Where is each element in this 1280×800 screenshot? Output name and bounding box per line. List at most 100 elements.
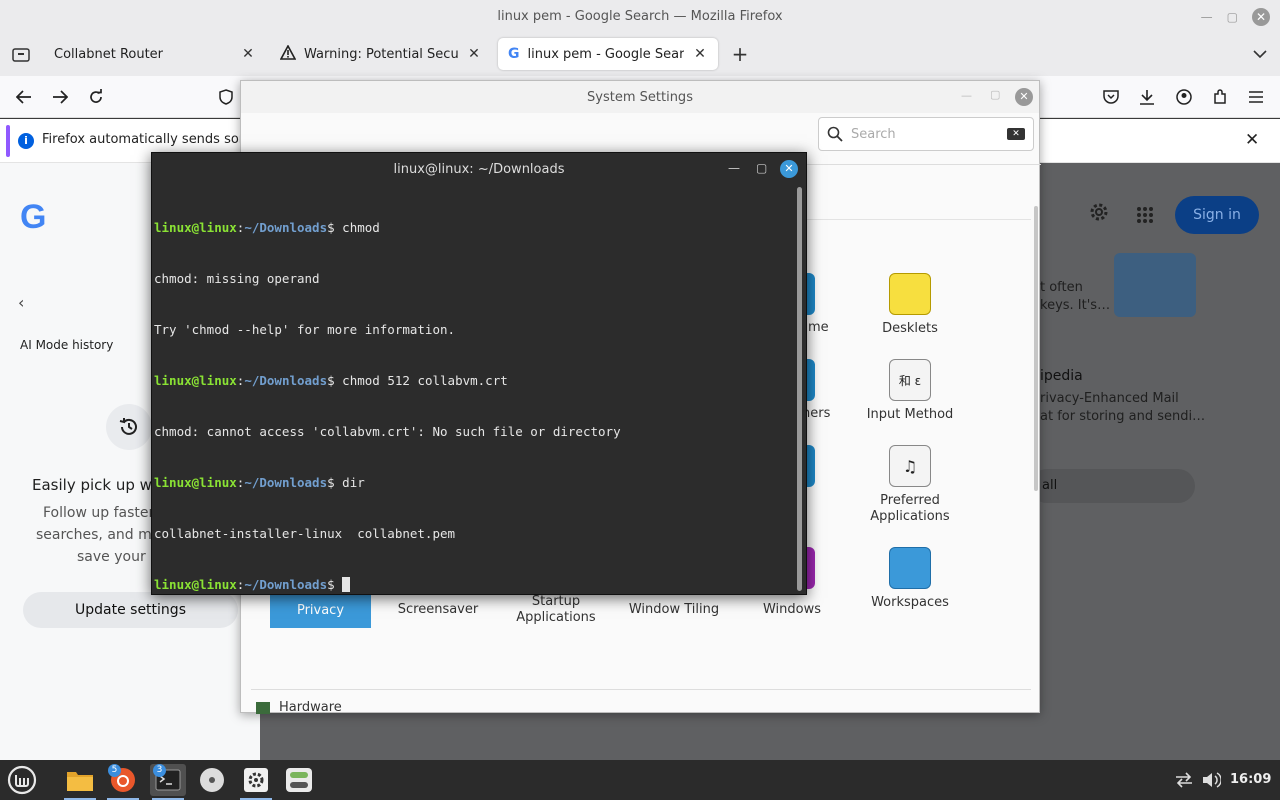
new-tab-icon[interactable]: + bbox=[727, 41, 753, 67]
partial-icon bbox=[807, 547, 815, 589]
ai-mode-history-label: AI Mode history bbox=[20, 338, 114, 352]
prompt-path: ~/Downloads bbox=[244, 475, 328, 490]
hardware-section-label: Hardware bbox=[279, 700, 342, 715]
sign-in-button[interactable]: Sign in bbox=[1175, 196, 1259, 234]
input-method-item[interactable]: 和 ε Input Method bbox=[855, 359, 965, 422]
maximize-icon[interactable]: ▢ bbox=[1227, 10, 1238, 24]
list-all-tabs-icon[interactable] bbox=[1247, 41, 1273, 67]
minimize-icon[interactable]: — bbox=[728, 161, 740, 175]
notification-close-icon[interactable]: ✕ bbox=[1245, 130, 1259, 150]
files-icon[interactable] bbox=[62, 764, 98, 800]
prompt-path: ~/Downloads bbox=[244, 577, 328, 592]
maximize-icon[interactable]: ▢ bbox=[756, 161, 767, 175]
firefox-titlebar: linux pem - Google Search — Mozilla Fire… bbox=[0, 0, 1280, 33]
command-text: dir bbox=[334, 475, 365, 490]
settings-title: System Settings bbox=[587, 89, 693, 105]
snippet-text: t often bbox=[1040, 280, 1083, 295]
minimize-icon[interactable]: — bbox=[1201, 10, 1213, 24]
snippet-text: at for storing and sendi… bbox=[1040, 409, 1206, 424]
window-count-badge: 5 bbox=[108, 764, 121, 777]
close-icon[interactable]: ✕ bbox=[1015, 88, 1033, 106]
tab-manager-icon[interactable] bbox=[8, 41, 34, 67]
reload-icon[interactable] bbox=[83, 84, 109, 110]
settings-search-input[interactable]: Search ✕ bbox=[818, 117, 1034, 151]
partial-icon bbox=[807, 445, 815, 487]
hardware-icon bbox=[256, 702, 270, 714]
google-logo-icon: G bbox=[20, 198, 47, 236]
settings-toggle-icon[interactable] bbox=[281, 764, 317, 796]
search-placeholder: Search bbox=[851, 126, 896, 142]
notification-text: Firefox automatically sends some bbox=[42, 132, 260, 147]
window-count-badge: 3 bbox=[153, 764, 166, 777]
terminal-title: linux@linux: ~/Downloads bbox=[393, 161, 565, 177]
taskbar: 5 3 16:09 bbox=[0, 760, 1280, 800]
tab-google-search[interactable]: G linux pem - Google Search ✕ bbox=[498, 38, 718, 70]
disc-icon[interactable] bbox=[194, 764, 230, 796]
prompt-user: linux@linux bbox=[154, 220, 237, 235]
terminal-window[interactable]: linux@linux: ~/Downloads — ▢ ✕ linux@lin… bbox=[151, 152, 807, 595]
minimize-icon[interactable]: — bbox=[961, 89, 972, 102]
mint-menu-icon[interactable] bbox=[4, 764, 40, 796]
terminal-scrollbar[interactable] bbox=[797, 187, 802, 591]
back-chevron-icon[interactable]: ‹ bbox=[18, 293, 24, 312]
result-title[interactable]: ipedia bbox=[1040, 368, 1083, 384]
item-label: Workspaces bbox=[871, 595, 949, 610]
menu-icon[interactable] bbox=[1243, 84, 1269, 110]
snippet-text: keys. It's… bbox=[1040, 298, 1111, 313]
workspaces-icon bbox=[889, 547, 931, 589]
info-icon: i bbox=[18, 133, 34, 149]
forward-icon[interactable] bbox=[47, 84, 73, 110]
tab-bar: Collabnet Router ✕ Warning: Potential Se… bbox=[0, 33, 1280, 76]
terminal-line: linux@linux:~/Downloads$ dir bbox=[154, 475, 365, 490]
desklets-item[interactable]: Desklets bbox=[855, 273, 965, 336]
download-icon[interactable] bbox=[1134, 84, 1160, 110]
terminal-line: collabnet-installer-linux collabnet.pem bbox=[154, 526, 456, 541]
clear-search-icon[interactable]: ✕ bbox=[1007, 128, 1025, 140]
close-icon[interactable]: ✕ bbox=[1252, 7, 1270, 26]
history-icon bbox=[106, 404, 152, 450]
clock[interactable]: 16:09 bbox=[1230, 772, 1271, 787]
apps-grid-icon[interactable] bbox=[1136, 206, 1154, 224]
settings-scrollbar[interactable] bbox=[1034, 206, 1038, 491]
divider bbox=[251, 689, 1031, 690]
partial-icon bbox=[807, 273, 815, 315]
item-label: Preferred Applications bbox=[870, 493, 950, 524]
tab-close-icon[interactable]: ✕ bbox=[692, 46, 708, 62]
preferred-apps-icon: ♫ bbox=[889, 445, 931, 487]
terminal-cursor bbox=[342, 577, 351, 592]
volume-icon[interactable] bbox=[1193, 764, 1229, 796]
show-all-button[interactable]: all bbox=[1030, 469, 1195, 503]
tab-security-warning[interactable]: Warning: Potential Security ✕ bbox=[270, 38, 492, 70]
terminal-icon[interactable]: 3 bbox=[150, 764, 186, 800]
warning-icon bbox=[279, 43, 297, 64]
firefox-icon[interactable]: 5 bbox=[105, 764, 141, 800]
prompt-user: linux@linux bbox=[154, 373, 237, 388]
window-title: linux pem - Google Search — Mozilla Fire… bbox=[497, 9, 783, 24]
shield-icon[interactable] bbox=[215, 84, 237, 110]
pocket-icon[interactable] bbox=[1098, 84, 1124, 110]
show-all-label: all bbox=[1042, 478, 1058, 493]
notification-accent bbox=[6, 125, 10, 157]
system-settings-icon[interactable] bbox=[238, 764, 274, 800]
tab-close-icon[interactable]: ✕ bbox=[240, 46, 256, 62]
preferred-apps-item[interactable]: ♫ Preferred Applications bbox=[855, 445, 965, 525]
back-icon[interactable] bbox=[11, 84, 37, 110]
close-icon[interactable]: ✕ bbox=[780, 160, 798, 178]
terminal-line: linux@linux:~/Downloads$ bbox=[154, 576, 794, 593]
prompt-user: linux@linux bbox=[154, 475, 237, 490]
partial-icon bbox=[807, 359, 815, 401]
item-label: Input Method bbox=[866, 407, 954, 422]
tab-collabnet-router[interactable]: Collabnet Router ✕ bbox=[44, 38, 266, 70]
partial-label: me bbox=[808, 320, 829, 335]
tab-label: Collabnet Router bbox=[54, 46, 164, 62]
extensions-icon[interactable] bbox=[1207, 84, 1233, 110]
account-icon[interactable] bbox=[1171, 84, 1197, 110]
desklets-icon bbox=[889, 273, 931, 315]
workspaces-item[interactable]: Workspaces bbox=[855, 547, 965, 610]
settings-gear-icon[interactable] bbox=[1087, 200, 1113, 226]
maximize-icon[interactable]: ▢ bbox=[990, 88, 1000, 101]
terminal-output[interactable]: linux@linux:~/Downloads$ chmod chmod: mi… bbox=[154, 185, 794, 593]
terminal-line: Try 'chmod --help' for more information. bbox=[154, 322, 456, 337]
tab-label: Warning: Potential Security bbox=[304, 46, 458, 62]
tab-close-icon[interactable]: ✕ bbox=[466, 46, 482, 62]
